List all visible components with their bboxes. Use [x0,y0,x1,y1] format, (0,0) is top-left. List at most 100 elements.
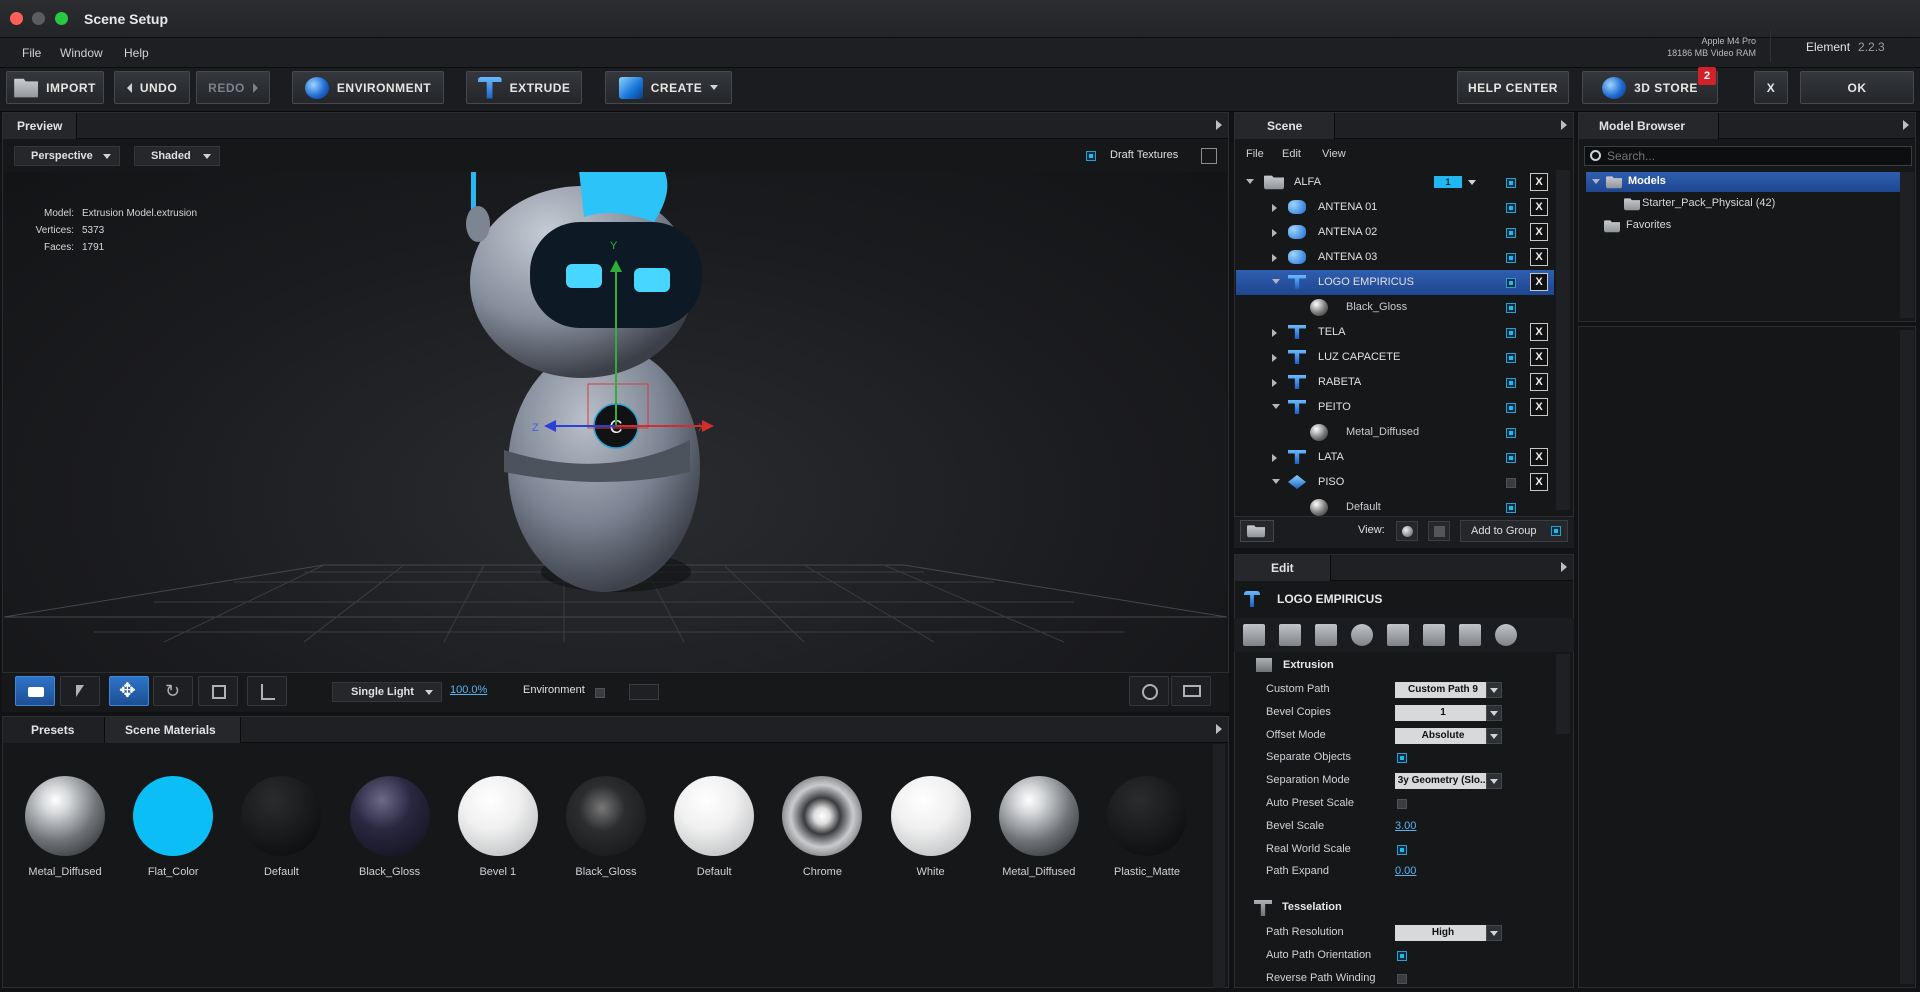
tab-model-browser[interactable]: Model Browser [1579,113,1719,139]
close-window-button[interactable] [10,12,23,25]
chevron-down-icon[interactable] [1486,704,1502,721]
undo-button[interactable]: UNDO [114,71,190,104]
uv-icon[interactable] [1423,624,1445,646]
delete-button[interactable]: X [1530,348,1548,366]
visibility-checkbox[interactable] [1506,253,1516,263]
collapse-icon[interactable] [1272,279,1280,284]
model-browser-scrollbar[interactable] [1900,172,1914,318]
search-input[interactable] [1607,148,1907,164]
scene-object-row[interactable]: LATA X [1236,445,1554,470]
scale-tool-button[interactable] [198,676,238,706]
scene-object-row[interactable]: LUZ CAPACETE X [1236,345,1554,370]
starter-pack-row[interactable]: Starter_Pack_Physical (42) [1586,194,1900,214]
material-swatch[interactable] [133,776,214,856]
select-tool-button[interactable] [60,676,100,706]
model-browser-arrow-icon[interactable] [1903,120,1909,130]
material-swatch[interactable] [241,776,322,856]
import-button[interactable]: IMPORT [6,71,104,104]
cancel-button[interactable]: X [1754,71,1788,104]
draft-textures-checkbox[interactable] [1086,151,1096,161]
expand-icon[interactable] [1272,329,1277,337]
delete-button[interactable]: X [1530,323,1548,341]
scene-menu-file[interactable]: File [1246,148,1264,160]
material-swatch[interactable] [25,776,105,856]
environment-swatch[interactable] [629,684,659,700]
group-count-chevron-icon[interactable] [1468,180,1476,185]
scene-object-row[interactable]: LOGO EMPIRICUS X [1236,270,1554,295]
light-dropdown[interactable]: Single Light [332,682,442,702]
property-dropdown[interactable]: High [1395,925,1491,941]
rotate-tool-button[interactable]: ↻ [153,676,193,706]
property-value[interactable]: 3.00 [1395,820,1416,832]
menu-file[interactable]: File [22,46,41,60]
add-to-group-checkbox[interactable] [1551,526,1561,536]
ok-button[interactable]: OK [1800,71,1914,104]
group-count-field[interactable]: 1 [1434,176,1462,188]
visibility-checkbox[interactable] [1506,178,1516,188]
axis-tool-button[interactable] [247,676,287,706]
display-button[interactable] [1171,676,1211,706]
visibility-checkbox[interactable] [1506,478,1516,488]
scene-object-row[interactable]: RABETA X [1236,370,1554,395]
environment-button[interactable]: ENVIRONMENT [292,71,444,104]
visibility-checkbox[interactable] [1506,403,1516,413]
visibility-checkbox[interactable] [1506,278,1516,288]
scene-object-row[interactable]: ANTENA 02 X [1236,220,1554,245]
material-swatch[interactable] [1107,776,1187,856]
delete-button[interactable]: X [1530,223,1548,241]
visibility-checkbox[interactable] [1506,453,1516,463]
edit-scrollbar[interactable] [1556,654,1570,734]
menu-window[interactable]: Window [60,46,103,60]
scene-arrow-icon[interactable] [1561,120,1567,130]
models-tree-row[interactable]: Models [1586,172,1900,192]
scene-menu-view[interactable]: View [1322,148,1346,160]
redo-button[interactable]: REDO [196,71,270,104]
material-visibility-checkbox[interactable] [1506,303,1516,313]
favorites-row[interactable]: Favorites [1586,216,1900,236]
material-visibility-checkbox[interactable] [1506,428,1516,438]
gear-icon[interactable] [1495,624,1517,646]
expand-icon[interactable] [1272,379,1277,387]
delete-button[interactable]: X [1530,273,1548,291]
menu-help[interactable]: Help [124,46,149,60]
chevron-down-icon[interactable] [1486,682,1502,698]
visibility-checkbox[interactable] [1506,353,1516,363]
visibility-checkbox[interactable] [1506,203,1516,213]
property-dropdown[interactable]: Custom Path 9 [1395,682,1491,698]
chevron-down-icon[interactable] [1486,925,1502,941]
camera-dropdown[interactable]: Perspective [14,146,120,166]
material-row[interactable]: Black_Gloss [1236,295,1554,320]
property-dropdown[interactable]: Absolute [1395,727,1491,744]
collapse-icon[interactable] [1246,179,1254,184]
tab-scene[interactable]: Scene [1235,113,1335,139]
snap-target-button[interactable] [1129,676,1169,706]
model-preview-scrollbar[interactable] [1900,330,1914,984]
visibility-checkbox[interactable] [1506,228,1516,238]
layers-icon[interactable] [1243,624,1265,646]
extrude-button[interactable]: EXTRUDE [466,71,582,104]
delete-button[interactable]: X [1530,173,1548,191]
scene-object-row[interactable]: ANTENA 03 X [1236,245,1554,270]
material-swatch[interactable] [457,776,538,856]
chevron-down-icon[interactable] [1486,773,1502,790]
scene-object-row[interactable]: PISO X [1236,470,1554,495]
property-checkbox[interactable] [1397,950,1407,961]
add-to-group-button[interactable]: Add to Group [1460,520,1568,542]
scene-object-row[interactable]: TELA X [1236,320,1554,345]
property-value[interactable]: 0.00 [1395,865,1416,877]
tab-scene-materials[interactable]: Scene Materials [105,717,241,743]
delete-button[interactable]: X [1530,448,1548,466]
minimize-window-button[interactable] [32,12,45,25]
delete-button[interactable]: X [1530,198,1548,216]
delete-button[interactable]: X [1530,373,1548,391]
scene-root-row[interactable]: ALFA 1 X [1236,170,1554,195]
create-button[interactable]: CREATE [605,71,732,104]
robot-model[interactable]: C Y X Z [466,172,714,592]
gear-group-icon[interactable] [1351,624,1373,646]
tesselation-section-header[interactable]: Tesselation [1254,898,1554,918]
expand-icon[interactable] [1272,204,1277,212]
material-row[interactable]: Metal_Diffused [1236,420,1554,445]
expand-icon[interactable] [1272,454,1277,462]
tab-presets[interactable]: Presets [3,717,105,743]
expand-icon[interactable] [1272,354,1277,362]
